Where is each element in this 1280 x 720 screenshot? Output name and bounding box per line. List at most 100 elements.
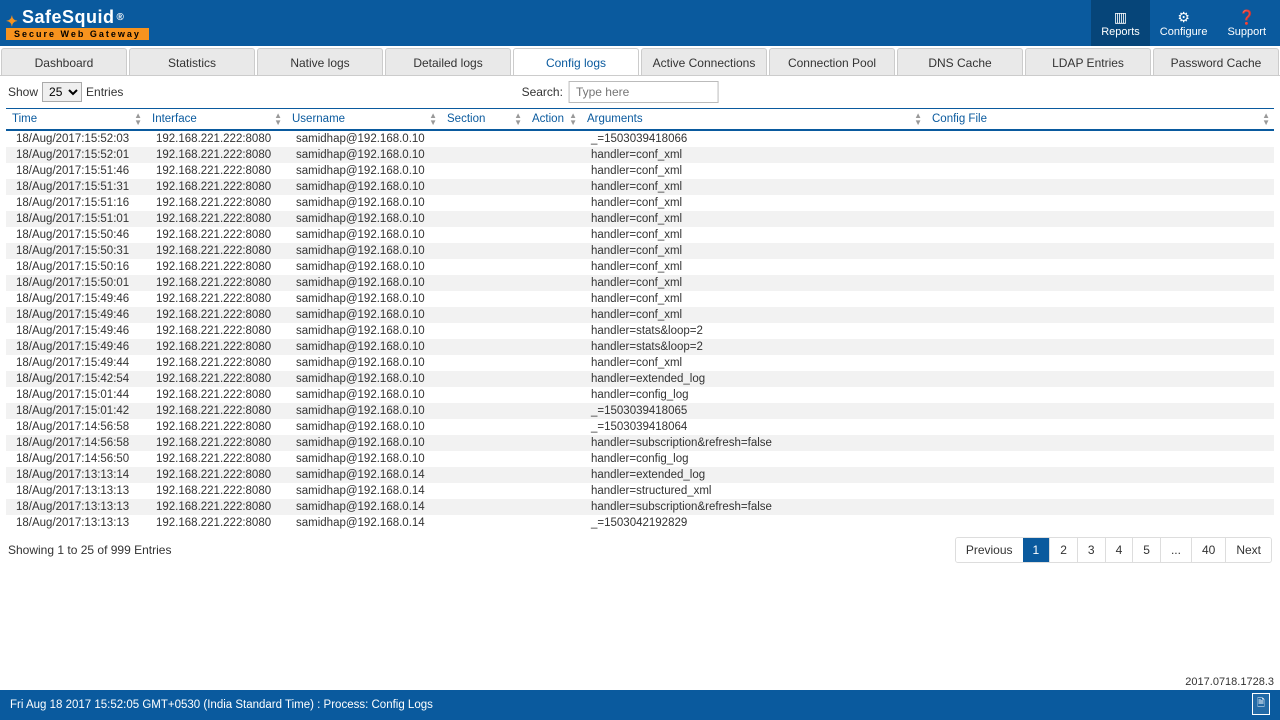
sort-icon: ▲▼ [134,112,142,126]
cell-iface: 192.168.221.222:8080 [146,147,286,163]
cell-action [526,243,581,259]
search-input[interactable] [569,81,719,103]
cell-section [441,419,526,435]
cell-iface: 192.168.221.222:8080 [146,371,286,387]
tab-connection-pool[interactable]: Connection Pool [769,48,895,75]
table-row: 18/Aug/2017:15:51:16192.168.221.222:8080… [6,195,1274,211]
col-action[interactable]: Action▲▼ [526,109,581,131]
cell-args: _=1503042192829 [581,515,926,531]
table-row: 18/Aug/2017:15:51:31192.168.221.222:8080… [6,179,1274,195]
page-size-select[interactable]: 25 [42,82,82,102]
page-2[interactable]: 2 [1049,538,1077,562]
cell-section [441,291,526,307]
table-footer: Showing 1 to 25 of 999 Entries Previous … [0,531,1280,567]
cell-args: handler=config_log [581,451,926,467]
tab-ldap-entries[interactable]: LDAP Entries [1025,48,1151,75]
cell-args: handler=conf_xml [581,211,926,227]
cell-args: handler=conf_xml [581,291,926,307]
document-icon[interactable]: 🗎 [1252,693,1270,715]
cell-section [441,483,526,499]
cell-cfg [926,419,1274,435]
page-1[interactable]: 1 [1023,538,1050,562]
configure-label: Configure [1160,26,1208,38]
cell-time: 18/Aug/2017:15:51:01 [6,211,146,227]
tab-dns-cache[interactable]: DNS Cache [897,48,1023,75]
configure-button[interactable]: ⚙ Configure [1150,0,1218,46]
tab-native-logs[interactable]: Native logs [257,48,383,75]
cell-time: 18/Aug/2017:15:51:31 [6,179,146,195]
cell-time: 18/Aug/2017:14:56:50 [6,451,146,467]
cell-section [441,243,526,259]
table-row: 18/Aug/2017:15:01:44192.168.221.222:8080… [6,387,1274,403]
cell-iface: 192.168.221.222:8080 [146,499,286,515]
cell-user: samidhap@192.168.0.10 [286,195,441,211]
show-label: Show [8,85,38,99]
cell-user: samidhap@192.168.0.10 [286,243,441,259]
page-40[interactable]: 40 [1191,538,1225,562]
support-button[interactable]: ❓ Support [1217,0,1276,46]
cell-iface: 192.168.221.222:8080 [146,387,286,403]
cell-args: handler=conf_xml [581,147,926,163]
cell-user: samidhap@192.168.0.10 [286,163,441,179]
cell-iface: 192.168.221.222:8080 [146,275,286,291]
col-arguments[interactable]: Arguments▲▼ [581,109,926,131]
col-interface[interactable]: Interface▲▼ [146,109,286,131]
tab-active-connections[interactable]: Active Connections [641,48,767,75]
page-prev[interactable]: Previous [956,538,1023,562]
cell-iface: 192.168.221.222:8080 [146,515,286,531]
cell-user: samidhap@192.168.0.10 [286,211,441,227]
cell-user: samidhap@192.168.0.10 [286,291,441,307]
page-next[interactable]: Next [1225,538,1271,562]
page-4[interactable]: 4 [1105,538,1133,562]
cell-action [526,515,581,531]
tab-password-cache[interactable]: Password Cache [1153,48,1279,75]
logs-table-wrap: Time▲▼ Interface▲▼ Username▲▼ Section▲▼ … [0,108,1280,531]
cell-user: samidhap@192.168.0.10 [286,227,441,243]
cell-cfg [926,499,1274,515]
table-row: 18/Aug/2017:13:13:13192.168.221.222:8080… [6,483,1274,499]
tab-config-logs[interactable]: Config logs [513,48,639,75]
tab-statistics[interactable]: Statistics [129,48,255,75]
cell-cfg [926,259,1274,275]
brand-name: SafeSquid [22,7,115,28]
cell-action [526,355,581,371]
cell-action [526,467,581,483]
page-5[interactable]: 5 [1132,538,1160,562]
cell-iface: 192.168.221.222:8080 [146,307,286,323]
sort-icon: ▲▼ [1262,112,1270,126]
question-icon: ❓ [1238,10,1255,24]
gears-icon: ⚙ [1177,10,1190,24]
cell-section [441,467,526,483]
table-row: 18/Aug/2017:13:13:13192.168.221.222:8080… [6,515,1274,531]
table-row: 18/Aug/2017:14:56:58192.168.221.222:8080… [6,435,1274,451]
table-row: 18/Aug/2017:15:50:01192.168.221.222:8080… [6,275,1274,291]
cell-user: samidhap@192.168.0.10 [286,147,441,163]
cell-section [441,259,526,275]
reports-button[interactable]: ▥ Reports [1091,0,1150,46]
bar-chart-icon: ▥ [1114,10,1127,24]
cell-section [441,451,526,467]
cell-cfg [926,307,1274,323]
tab-dashboard[interactable]: Dashboard [1,48,127,75]
cell-action [526,275,581,291]
cell-time: 18/Aug/2017:13:13:13 [6,483,146,499]
cell-args: handler=stats&loop=2 [581,323,926,339]
cell-time: 18/Aug/2017:15:49:46 [6,291,146,307]
cell-args: handler=conf_xml [581,275,926,291]
col-username[interactable]: Username▲▼ [286,109,441,131]
cell-args: handler=conf_xml [581,179,926,195]
cell-args: handler=conf_xml [581,259,926,275]
col-section[interactable]: Section▲▼ [441,109,526,131]
cell-user: samidhap@192.168.0.10 [286,130,441,147]
col-time[interactable]: Time▲▼ [6,109,146,131]
cell-cfg [926,483,1274,499]
entries-summary: Showing 1 to 25 of 999 Entries [8,543,171,557]
status-bar: Fri Aug 18 2017 15:52:05 GMT+0530 (India… [0,690,1280,720]
cell-user: samidhap@192.168.0.10 [286,419,441,435]
tab-detailed-logs[interactable]: Detailed logs [385,48,511,75]
table-row: 18/Aug/2017:15:52:03192.168.221.222:8080… [6,130,1274,147]
page-3[interactable]: 3 [1077,538,1105,562]
cell-iface: 192.168.221.222:8080 [146,227,286,243]
col-configfile[interactable]: Config File▲▼ [926,109,1274,131]
cell-iface: 192.168.221.222:8080 [146,435,286,451]
